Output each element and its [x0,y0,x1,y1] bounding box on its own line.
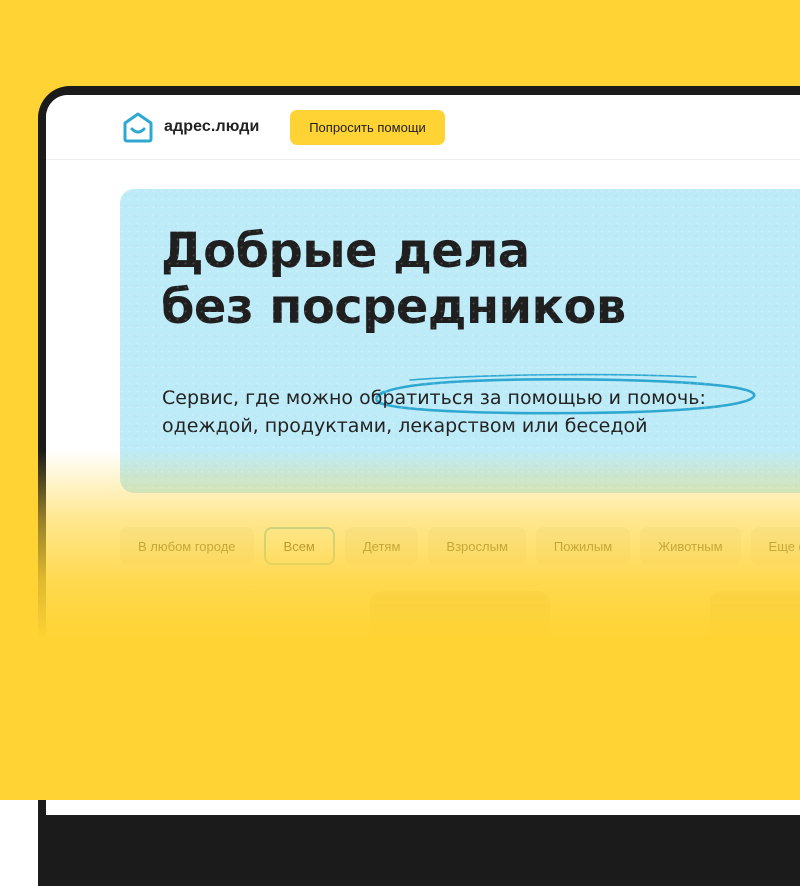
filter-children[interactable]: Детям [344,527,419,565]
browser-screen: адрес.люди Попросить помощи Добрые дела … [46,95,800,815]
hero-title-line-2: без посредников [161,278,626,335]
filter-any-city[interactable]: В любом городе [120,527,254,565]
ask-help-button[interactable]: Попросить помощи [290,110,445,145]
filter-all[interactable]: Всем [263,527,335,565]
hero-title: Добрые дела без посредников [161,223,721,335]
help-card[interactable] [710,591,800,731]
logo-link[interactable]: адрес.люди [120,109,259,145]
logo-text: адрес.люди [164,118,260,135]
hero-subtitle: Сервис, где можно обратиться за помощью … [162,385,762,440]
hero-banner: Добрые дела без посредников Сервис, где … [120,189,800,493]
cards-preview [120,591,800,731]
hero-subtitle-line-2: одеждой, продуктами, лекарством или бесе… [162,414,648,437]
filter-more[interactable]: Еще фи [750,527,800,565]
house-smile-icon [120,109,156,145]
filter-chips: В любом городе Всем Детям Взрослым Пожил… [120,527,800,565]
hero-subtitle-line-1: Сервис, где можно обратиться за помощью … [162,387,706,409]
filter-elderly[interactable]: Пожилым [535,527,631,565]
filter-adults[interactable]: Взрослым [428,527,526,565]
top-navigation: адрес.люди Попросить помощи [46,95,800,160]
hero-title-line-1: Добрые дела [161,223,530,279]
filter-animals[interactable]: Животным [640,527,741,565]
help-card[interactable] [370,591,550,731]
